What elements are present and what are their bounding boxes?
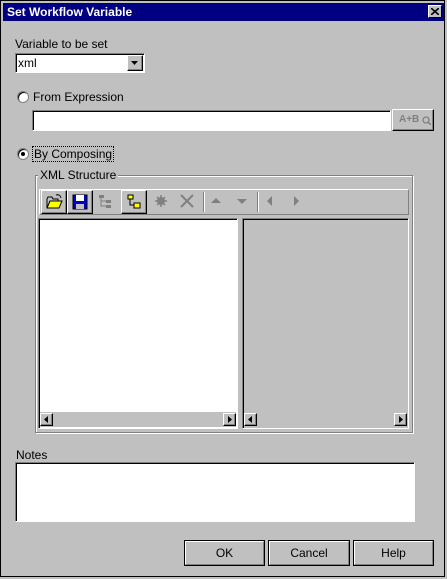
arrow-right-icon	[399, 416, 403, 423]
tree-add-child-icon	[127, 194, 141, 209]
notes-label: Notes	[16, 448, 48, 462]
expression-input[interactable]	[32, 110, 391, 131]
expression-builder-label: A+B	[399, 114, 420, 125]
arrow-left-icon	[267, 196, 272, 206]
properties-button[interactable]	[149, 190, 175, 214]
scroll-left-button[interactable]	[244, 413, 257, 426]
save-disk-icon	[72, 194, 88, 210]
xml-toolbar	[39, 189, 409, 215]
indent-button[interactable]	[93, 190, 119, 214]
arrow-down-icon	[237, 199, 247, 204]
close-icon	[431, 8, 439, 15]
scroll-right-button[interactable]	[223, 413, 236, 426]
magnifier-icon	[422, 116, 431, 125]
variable-select-value: xml	[18, 56, 37, 70]
chevron-down-icon	[131, 61, 138, 65]
scroll-left-button[interactable]	[40, 413, 53, 426]
arrow-left-icon	[44, 416, 48, 423]
arrow-left-icon	[248, 416, 252, 423]
xml-structure-title: XML Structure	[38, 168, 119, 182]
window-title: Set Workflow Variable	[7, 5, 133, 19]
open-folder-icon	[46, 194, 63, 209]
variable-dropdown-button[interactable]	[127, 55, 143, 71]
xml-detail-panel[interactable]	[242, 218, 409, 429]
ok-button[interactable]: OK	[184, 540, 265, 566]
close-button[interactable]	[428, 5, 442, 18]
title-bar: Set Workflow Variable	[3, 3, 444, 21]
detail-horizontal-scrollbar[interactable]	[244, 412, 407, 427]
expression-builder-button[interactable]: A+B	[392, 109, 434, 131]
dialog-window: Set Workflow Variable Variable to be set…	[0, 0, 445, 577]
from-expression-label[interactable]: From Expression	[33, 90, 124, 104]
xml-tree-panel[interactable]	[38, 218, 238, 429]
scroll-right-button[interactable]	[394, 413, 407, 426]
tree-horizontal-scrollbar[interactable]	[40, 412, 236, 427]
notes-textarea[interactable]	[15, 462, 415, 522]
tree-indent-icon	[99, 195, 111, 208]
variable-label: Variable to be set	[15, 37, 108, 51]
gear-icon	[155, 195, 167, 207]
move-right-button[interactable]	[284, 190, 310, 214]
move-up-button[interactable]	[204, 190, 230, 214]
help-button[interactable]: Help	[353, 540, 434, 566]
move-down-button[interactable]	[230, 190, 256, 214]
delete-button[interactable]	[175, 190, 201, 214]
open-button[interactable]	[41, 190, 67, 214]
arrow-right-icon	[228, 416, 232, 423]
delete-x-icon	[180, 194, 194, 208]
variable-select[interactable]: xml	[15, 53, 145, 73]
arrow-right-icon	[294, 196, 299, 206]
ok-label: OK	[215, 546, 234, 560]
save-button[interactable]	[67, 190, 93, 214]
help-label: Help	[381, 546, 406, 560]
move-left-button[interactable]	[258, 190, 284, 214]
cancel-button[interactable]: Cancel	[268, 540, 350, 566]
add-child-button[interactable]	[121, 190, 147, 214]
by-composing-radio[interactable]	[17, 148, 29, 160]
from-expression-radio[interactable]	[17, 91, 29, 103]
cancel-label: Cancel	[290, 546, 328, 560]
arrow-up-icon	[211, 198, 221, 203]
by-composing-label[interactable]: By Composing	[32, 146, 115, 162]
